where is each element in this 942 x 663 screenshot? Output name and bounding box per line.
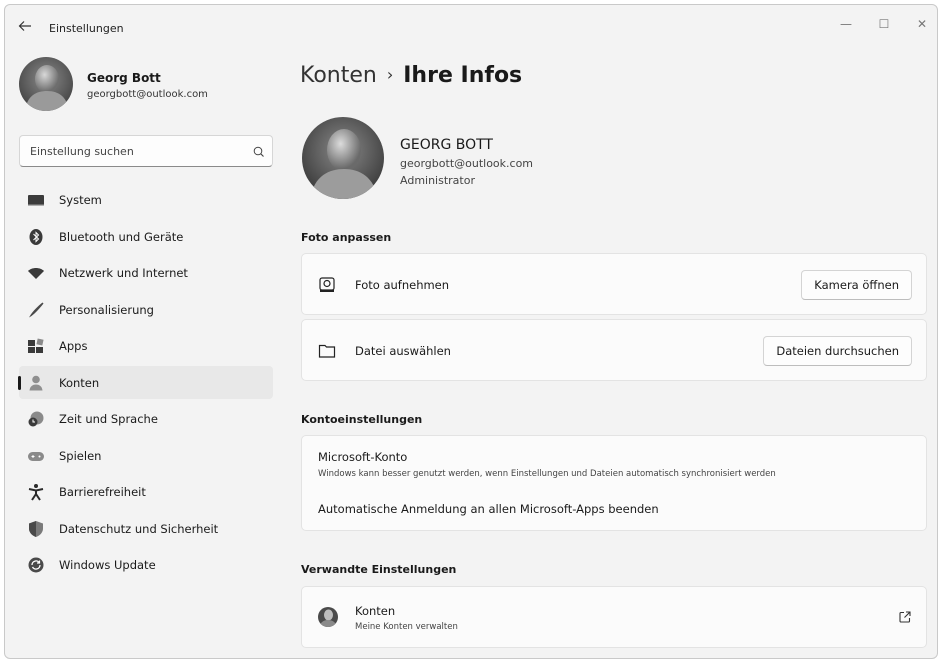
sidebar-item-label: System — [59, 193, 102, 207]
page-title: Ihre Infos — [403, 63, 523, 88]
search-input[interactable]: Einstellung suchen — [30, 145, 134, 158]
microsoft-account-title: Microsoft-Konto — [318, 450, 408, 464]
sidebar-item-label: Personalisierung — [59, 302, 154, 317]
back-arrow-icon[interactable] — [15, 19, 35, 37]
bluetooth-icon — [27, 228, 45, 246]
app-title: Einstellungen — [49, 22, 124, 35]
sidebar-nav: System Bluetooth und Geräte Netzwerk und… — [18, 183, 273, 585]
microsoft-account-description: Windows kann besser genutzt werden, wenn… — [318, 469, 776, 479]
microsoft-account-card: Microsoft-Konto Windows kann besser genu… — [301, 435, 927, 531]
gamepad-icon — [27, 447, 45, 465]
sidebar-item-label: Bluetooth und Geräte — [59, 229, 184, 244]
section-title-account-settings: Kontoeinstellungen — [301, 413, 423, 426]
shield-icon — [27, 520, 45, 538]
sidebar-item-label: Spielen — [59, 448, 102, 463]
apps-icon — [27, 337, 45, 355]
external-link-icon[interactable] — [898, 609, 912, 623]
breadcrumb: Konten › Ihre Infos — [300, 63, 522, 95]
close-button[interactable]: ✕ — [911, 14, 933, 34]
browse-files-button[interactable]: Dateien durchsuchen — [763, 336, 912, 366]
choose-file-card: Datei auswählen Dateien durchsuchen — [301, 319, 927, 381]
person-icon — [27, 374, 45, 392]
search-box[interactable]: Einstellung suchen — [19, 135, 273, 167]
accounts-avatar-icon — [318, 607, 338, 627]
sidebar-item-label: Windows Update — [59, 558, 156, 572]
user-avatar — [302, 117, 384, 199]
clock-globe-icon — [27, 410, 45, 428]
user-name: GEORG BOTT — [400, 137, 493, 153]
sidebar-item-label: Apps — [59, 339, 88, 353]
sidebar-item-time-language[interactable]: Zeit und Sprache — [19, 402, 273, 435]
wifi-icon — [27, 264, 45, 282]
folder-icon — [318, 342, 336, 360]
active-indicator — [18, 375, 21, 390]
search-icon[interactable] — [252, 144, 266, 158]
accessibility-icon — [27, 483, 45, 501]
title-bar: Einstellungen — ☐ ✕ — [5, 5, 937, 49]
related-accounts-card[interactable]: Konten Meine Konten verwalten — [301, 586, 927, 648]
sidebar-profile[interactable]: Georg Bott georgbott@outlook.com — [19, 57, 279, 113]
section-title-photo: Foto anpassen — [301, 231, 392, 244]
sidebar-item-network[interactable]: Netzwerk und Internet — [19, 256, 273, 289]
maximize-button[interactable]: ☐ — [873, 14, 895, 34]
sidebar-item-label: Barrierefreiheit — [59, 485, 146, 499]
sidebar-item-apps[interactable]: Apps — [19, 329, 273, 362]
choose-file-label: Datei auswählen — [355, 344, 451, 358]
brush-icon — [27, 301, 45, 319]
settings-window: Einstellungen — ☐ ✕ Georg Bott georgbott… — [4, 4, 938, 659]
sidebar-item-accessibility[interactable]: Barrierefreiheit — [19, 475, 273, 508]
take-photo-card: Foto aufnehmen Kamera öffnen — [301, 253, 927, 315]
profile-email: georgbott@outlook.com — [87, 89, 208, 100]
update-icon — [27, 556, 45, 574]
sidebar-item-personalization[interactable]: Personalisierung — [19, 293, 273, 326]
related-accounts-description: Meine Konten verwalten — [355, 622, 458, 632]
profile-name: Georg Bott — [87, 71, 161, 85]
user-role: Administrator — [400, 174, 475, 187]
sidebar-item-windows-update[interactable]: Windows Update — [19, 548, 273, 581]
minimize-button[interactable]: — — [835, 14, 857, 34]
breadcrumb-separator: › — [386, 65, 394, 84]
camera-icon — [318, 276, 336, 294]
sidebar-item-label: Zeit und Sprache — [59, 412, 158, 426]
sidebar-item-gaming[interactable]: Spielen — [19, 439, 273, 472]
sidebar-item-privacy[interactable]: Datenschutz und Sicherheit — [19, 512, 273, 545]
sidebar-item-bluetooth[interactable]: Bluetooth und Geräte — [19, 220, 273, 253]
open-camera-button[interactable]: Kamera öffnen — [801, 270, 912, 300]
sidebar-item-system[interactable]: System — [19, 183, 273, 216]
monitor-icon — [27, 191, 45, 209]
take-photo-label: Foto aufnehmen — [355, 278, 450, 292]
user-email: georgbott@outlook.com — [400, 157, 534, 170]
breadcrumb-parent[interactable]: Konten — [300, 63, 377, 88]
sidebar-item-label: Konten — [59, 375, 100, 390]
section-title-related: Verwandte Einstellungen — [301, 563, 457, 576]
stop-auto-signin-link[interactable]: Automatische Anmeldung an allen Microsof… — [318, 502, 659, 516]
sidebar-item-accounts[interactable]: Konten — [18, 365, 273, 399]
avatar — [19, 57, 73, 111]
sidebar-item-label: Netzwerk und Internet — [59, 266, 188, 280]
related-accounts-title: Konten — [355, 604, 396, 618]
sidebar-item-label: Datenschutz und Sicherheit — [59, 521, 219, 536]
